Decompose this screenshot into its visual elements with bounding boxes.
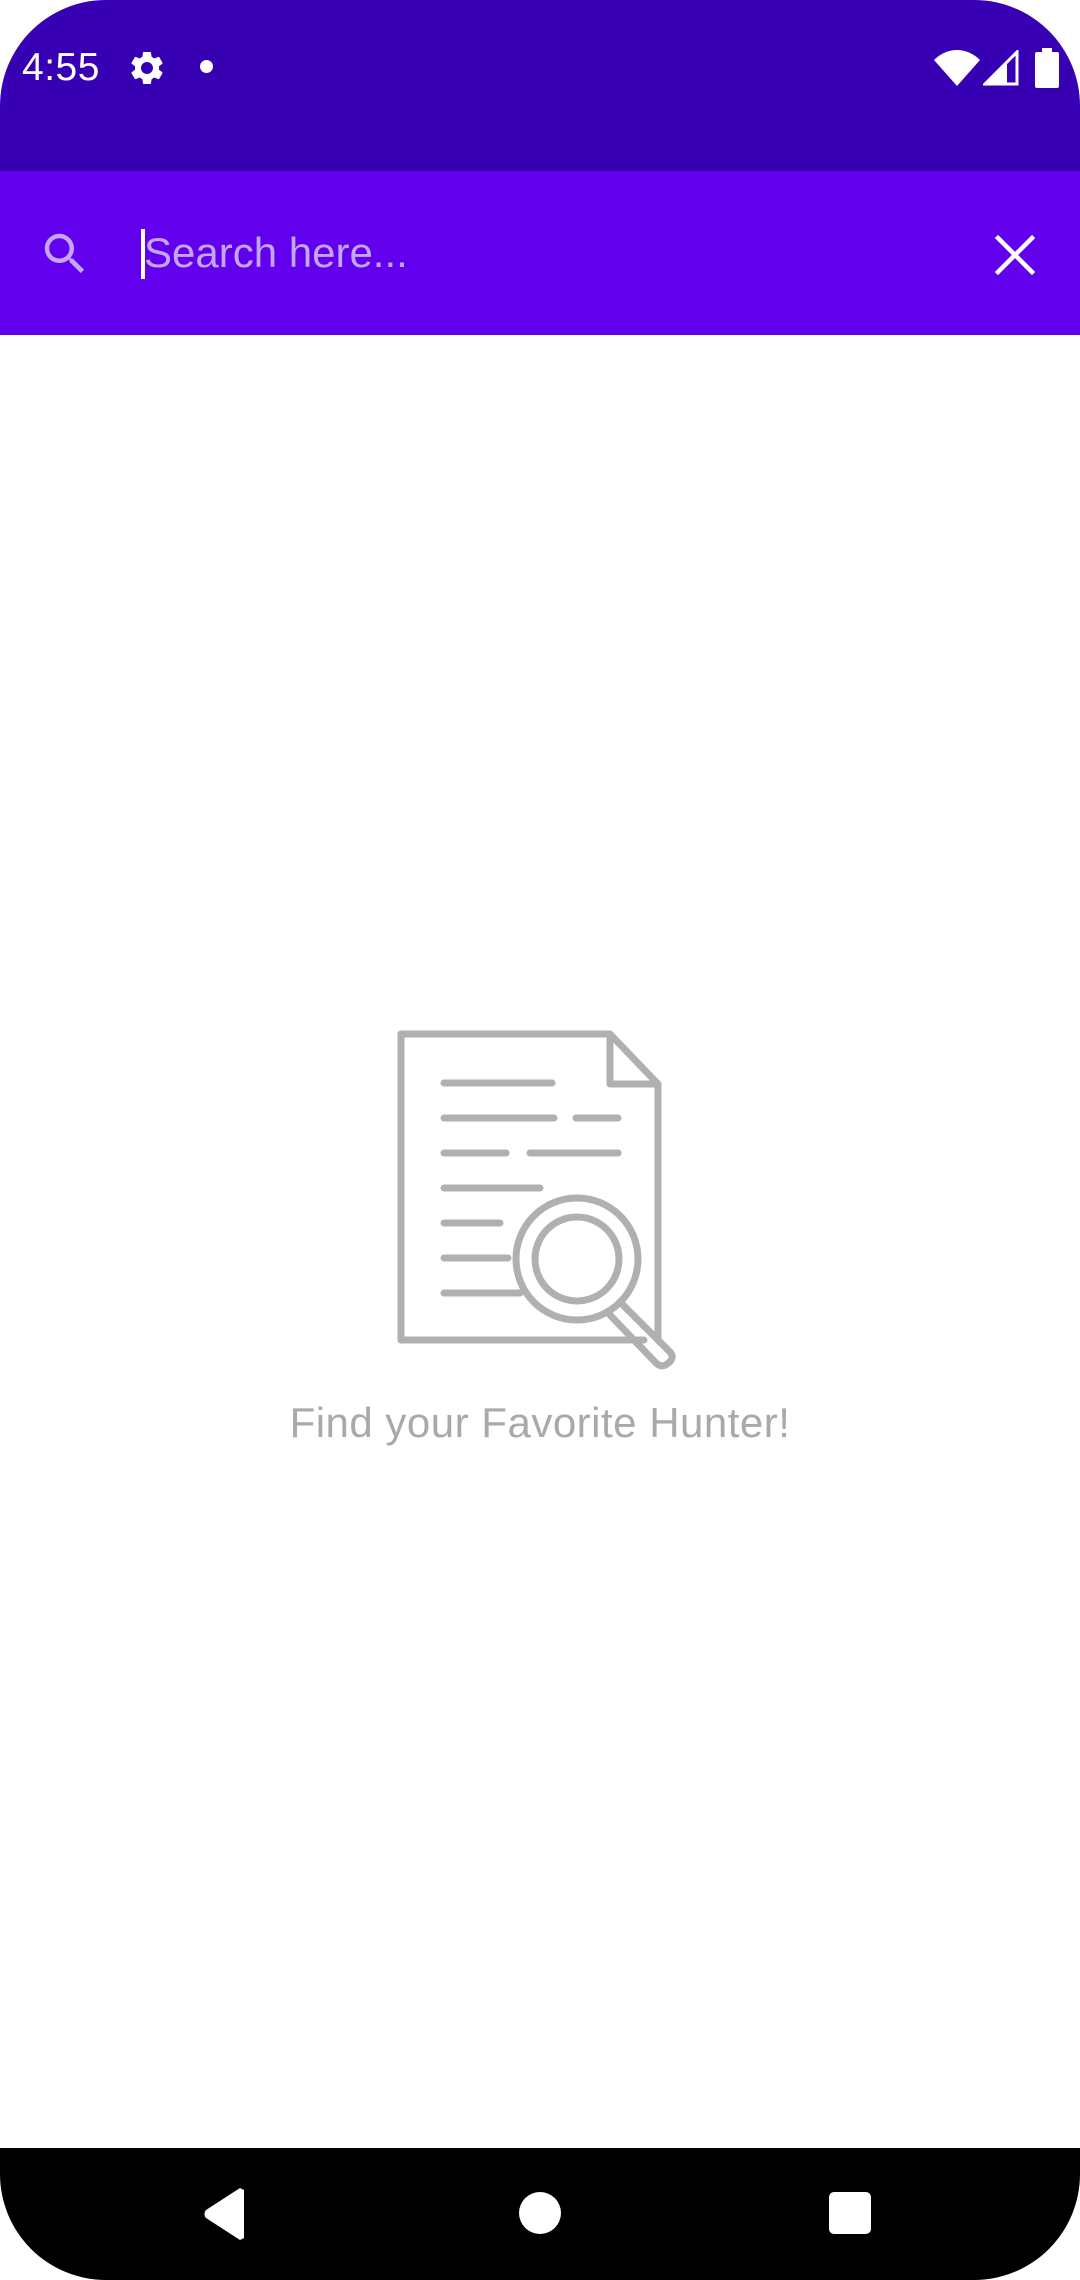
search-input[interactable] (140, 211, 964, 295)
status-time: 4:55 (22, 46, 100, 89)
battery-icon (1035, 48, 1059, 88)
home-icon[interactable] (519, 2192, 561, 2234)
app-screen: 4:55 Search here... Find your Favorite H… (0, 0, 1080, 2280)
document-search-icon (397, 1030, 676, 1370)
search-icon[interactable] (38, 227, 92, 281)
text-cursor (141, 229, 145, 279)
search-toolbar (0, 171, 1080, 335)
back-icon[interactable] (200, 2186, 250, 2242)
wifi-icon (934, 50, 980, 86)
status-bar: 4:55 (0, 0, 1080, 171)
gear-icon (131, 51, 163, 84)
empty-state-message: Find your Favorite Hunter! (289, 1399, 791, 1446)
recents-icon[interactable] (829, 2192, 871, 2234)
notification-dot-icon (200, 60, 213, 73)
navigation-bar (0, 2148, 1080, 2280)
cell-signal-icon (983, 50, 1019, 86)
close-icon[interactable] (990, 230, 1040, 280)
